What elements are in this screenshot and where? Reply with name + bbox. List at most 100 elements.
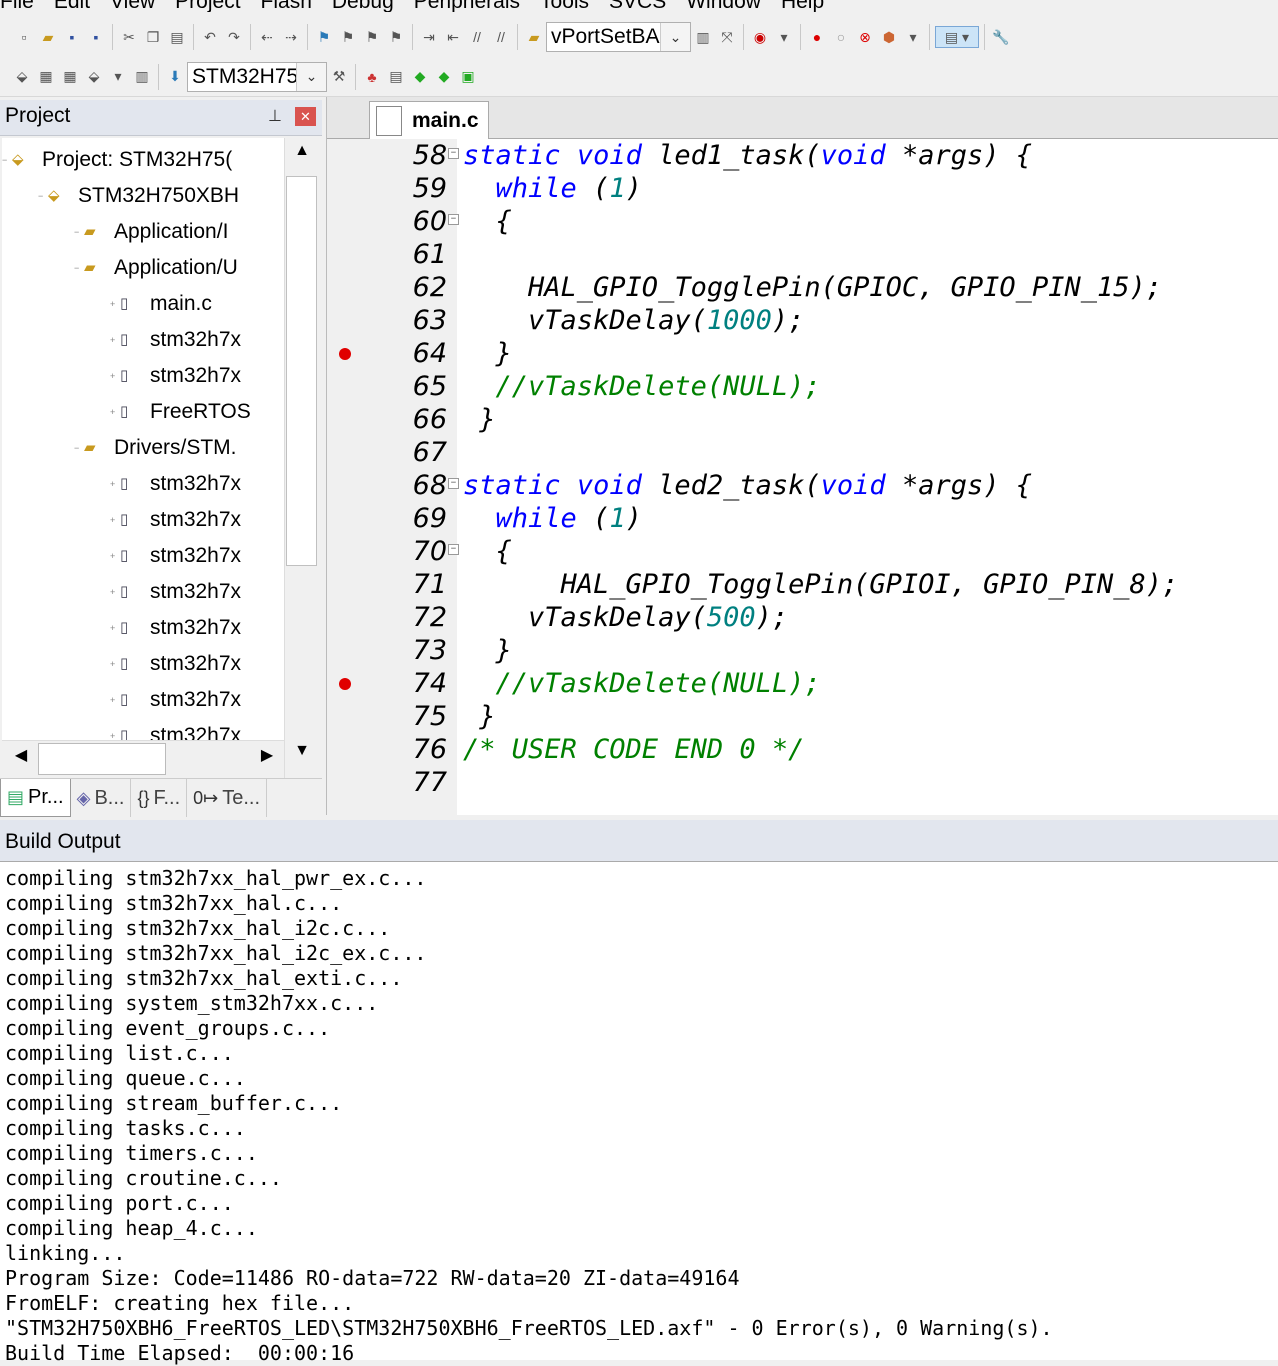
redo-icon[interactable]: ↷ [223, 26, 245, 48]
code-line[interactable]: 63 vTaskDelay(1000); [327, 304, 1278, 337]
code-line[interactable]: 62 HAL_GPIO_TogglePin(GPIOC, GPIO_PIN_15… [327, 271, 1278, 304]
fold-icon[interactable]: − [448, 544, 459, 555]
configure-icon[interactable]: 🔧 [990, 26, 1012, 48]
undo-icon[interactable]: ↶ [199, 26, 221, 48]
tree-item[interactable]: + ▯ main.c [110, 286, 212, 322]
menu-item[interactable]: Window [686, 0, 761, 12]
tree-expand-icon[interactable]: + [110, 407, 115, 417]
tree-item[interactable]: + ▯ stm32h7x [110, 502, 241, 538]
code-line[interactable]: 64 } [327, 337, 1278, 370]
code-line[interactable]: 72 vTaskDelay(500); [327, 601, 1278, 634]
manage-rte-icon[interactable]: ◆ [409, 66, 431, 88]
menu-item[interactable]: Tools [540, 0, 589, 12]
code-line[interactable]: 69 while (1) [327, 502, 1278, 535]
tree-expand-icon[interactable]: + [110, 551, 115, 561]
tree-expand-icon[interactable]: + [110, 623, 115, 633]
rebuild-icon[interactable]: ▦ [59, 66, 81, 88]
tree-expand-icon[interactable]: − [74, 443, 79, 453]
tree-expand-icon[interactable]: − [38, 191, 43, 201]
tree-item[interactable]: + ▯ stm32h7x [110, 358, 241, 394]
scroll-right-icon[interactable]: ▶ [252, 745, 282, 773]
scroll-thumb[interactable] [286, 176, 317, 566]
tree-item[interactable]: + ▯ stm32h7x [110, 322, 241, 358]
scroll-thumb[interactable] [38, 743, 166, 775]
code-line[interactable]: 70− { [327, 535, 1278, 568]
menu-item[interactable]: File [0, 0, 34, 12]
nav-back-icon[interactable]: ⇠ [256, 26, 278, 48]
tree-item[interactable]: − ▰ Application/U [74, 250, 238, 286]
uncomment-icon[interactable]: // [490, 26, 512, 48]
target-combo[interactable]: STM32H75 ⌄ [187, 61, 327, 92]
dropdown-arrow-icon[interactable]: ▾ [773, 26, 795, 48]
tree-expand-icon[interactable]: − [74, 227, 79, 237]
tree-item[interactable]: + ▯ stm32h7x [110, 610, 241, 646]
debug-session-icon[interactable]: ◉ [749, 26, 771, 48]
indent-icon[interactable]: ⇥ [418, 26, 440, 48]
pack-installer-icon[interactable]: ◆ [433, 66, 455, 88]
paste-icon[interactable]: ▤ [166, 26, 188, 48]
tree-item[interactable]: − ⬙ Project: STM32H75( [2, 142, 232, 178]
tree-expand-icon[interactable]: + [110, 731, 115, 740]
bookmark-icon[interactable]: ⚑ [313, 26, 335, 48]
save-icon[interactable]: ▪ [61, 26, 83, 48]
menu-item[interactable]: Peripherals [414, 0, 520, 12]
code-line[interactable]: 76 /* USER CODE END 0 */ [327, 733, 1278, 766]
code-line[interactable]: 60− { [327, 205, 1278, 238]
tree-item[interactable]: − ⬙ STM32H750XBH [38, 178, 239, 214]
chevron-down-icon[interactable]: ⌄ [660, 23, 690, 51]
tree-item[interactable]: + ▯ stm32h7x [110, 718, 241, 740]
copy-icon[interactable]: ❐ [142, 26, 164, 48]
code-line[interactable]: 65 //vTaskDelete(NULL); [327, 370, 1278, 403]
scroll-up-icon[interactable]: ▲ [285, 142, 319, 176]
tree-item[interactable]: + ▯ stm32h7x [110, 538, 241, 574]
translate-icon[interactable]: ⬙ [11, 66, 33, 88]
breakpoint-kill-all-icon[interactable]: ⬢ [878, 26, 900, 48]
scroll-left-icon[interactable]: ◀ [4, 745, 38, 773]
new-file-icon[interactable]: ▫ [13, 26, 35, 48]
code-line[interactable]: 73 } [327, 634, 1278, 667]
tree-item[interactable]: − ▰ Drivers/STM. [74, 430, 237, 466]
tab-templates[interactable]: 0↦ Te... [187, 779, 268, 817]
menu-item[interactable]: Edit [54, 0, 90, 12]
save-all-icon[interactable]: ▪ [85, 26, 107, 48]
tree-item[interactable]: + ▯ stm32h7x [110, 466, 241, 502]
pin-icon[interactable]: ⊥ [268, 106, 282, 126]
code-line[interactable]: 71 HAL_GPIO_TogglePin(GPIOI, GPIO_PIN_8)… [327, 568, 1278, 601]
breakpoint-icon[interactable] [339, 678, 351, 690]
code-line[interactable]: 77 [327, 766, 1278, 799]
bookmark-clear-icon[interactable]: ⚑ [385, 26, 407, 48]
menu-item[interactable]: Project [175, 0, 240, 12]
code-line[interactable]: 66 } [327, 403, 1278, 436]
find-in-files-icon[interactable]: ▰ [523, 26, 545, 48]
manage-project-icon[interactable]: ♣ [361, 66, 383, 88]
breakpoint-disable-icon[interactable]: ○ [830, 26, 852, 48]
tree-item[interactable]: + ▯ stm32h7x [110, 682, 241, 718]
close-icon[interactable]: ✕ [295, 107, 316, 126]
menu-item[interactable]: View [110, 0, 155, 12]
code-line[interactable]: 61 [327, 238, 1278, 271]
tree-expand-icon[interactable]: + [110, 695, 115, 705]
code-area[interactable]: 58− static void led1_task(void *args) {59… [327, 139, 1278, 815]
tree-item[interactable]: − ▰ Application/I [74, 214, 228, 250]
tree-expand-icon[interactable]: + [110, 299, 115, 309]
tab-books[interactable]: ◈ B... [71, 779, 132, 817]
select-packs-icon[interactable]: ▤ [385, 66, 407, 88]
bookmark-prev-icon[interactable]: ⚑ [337, 26, 359, 48]
project-horizontal-scrollbar[interactable]: ◀ ▶ [2, 740, 284, 776]
code-line[interactable]: 59 while (1) [327, 172, 1278, 205]
nav-forward-icon[interactable]: ⇢ [280, 26, 302, 48]
scroll-down-icon[interactable]: ▼ [285, 742, 319, 776]
fold-icon[interactable]: − [448, 214, 459, 225]
menu-item[interactable]: Flash [261, 0, 312, 12]
code-line[interactable]: 74 //vTaskDelete(NULL); [327, 667, 1278, 700]
tree-expand-icon[interactable]: − [2, 155, 7, 165]
tree-expand-icon[interactable]: + [110, 371, 115, 381]
chevron-down-icon[interactable]: ⌄ [296, 62, 326, 91]
cut-icon[interactable]: ✂ [118, 26, 140, 48]
breakpoint-icon[interactable] [339, 348, 351, 360]
open-file-icon[interactable]: ▰ [37, 26, 59, 48]
incremental-find-icon[interactable]: ▥ [692, 26, 714, 48]
tree-item[interactable]: + ▯ stm32h7x [110, 646, 241, 682]
comment-icon[interactable]: // [466, 26, 488, 48]
fold-icon[interactable]: − [448, 148, 459, 159]
